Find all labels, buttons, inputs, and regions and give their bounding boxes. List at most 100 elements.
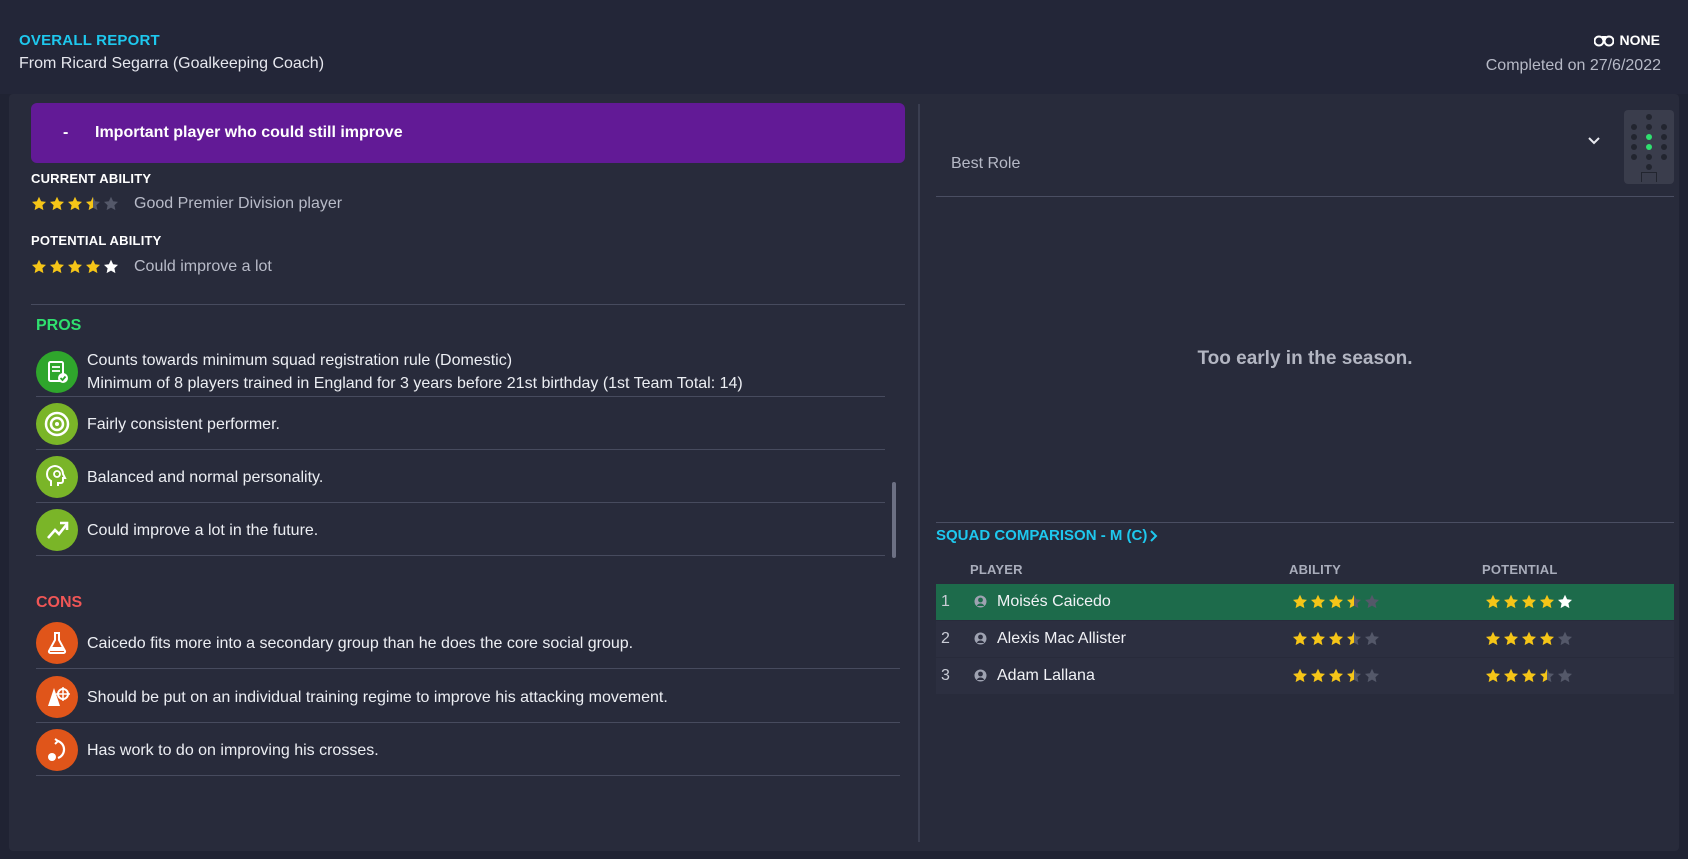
- row-rank: 2: [941, 630, 950, 647]
- pro-text: Could improve a lot in the future.: [87, 521, 319, 539]
- star-full-icon: [32, 259, 46, 274]
- ability-stars: [1292, 668, 1380, 684]
- report-author: From Ricard Segarra (Goalkeeping Coach): [19, 55, 325, 72]
- item-divider: [36, 668, 900, 669]
- star-full-icon: [1522, 594, 1536, 609]
- row-rank: 3: [941, 667, 950, 684]
- head-gear-icon: [36, 456, 78, 498]
- star-full-icon: [1311, 631, 1325, 646]
- page-title: OVERALL REPORT: [19, 32, 160, 49]
- player-avatar-icon: [974, 669, 987, 682]
- item-divider: [36, 722, 900, 723]
- scout-knowledge-label: NONE: [1619, 32, 1660, 48]
- document-check-icon: [36, 351, 78, 393]
- table-row[interactable]: 3 Adam Lallana: [936, 658, 1674, 694]
- best-role-label: Best Role: [951, 155, 1021, 172]
- pitch-position-diagram[interactable]: [1624, 110, 1674, 184]
- table-row[interactable]: 1 Moisés Caicedo: [936, 584, 1674, 620]
- column-header-ability[interactable]: ABILITY: [1289, 562, 1341, 577]
- star-full-icon: [1311, 594, 1325, 609]
- star-full-icon: [50, 259, 64, 274]
- row-rank: 1: [941, 593, 950, 610]
- table-row[interactable]: 2 Alexis Mac Allister: [936, 621, 1674, 657]
- star-full-icon: [1329, 668, 1343, 683]
- target-icon: [36, 403, 78, 445]
- pro-text-line: Counts towards minimum squad registratio…: [87, 352, 513, 369]
- star-full-icon: [1522, 631, 1536, 646]
- cons-title: CONS: [36, 594, 83, 611]
- con-text: Has work to do on improving his crosses.: [87, 741, 379, 759]
- star-full-icon: [32, 196, 46, 211]
- star-full-icon: [1558, 594, 1572, 609]
- current-ability-label: CURRENT ABILITY: [31, 171, 152, 186]
- potential-ability-stars: [31, 259, 119, 275]
- pitch-dot: [1631, 144, 1637, 150]
- star-full-icon: [1311, 668, 1325, 683]
- star-full-icon: [68, 259, 82, 274]
- report-screen: OVERALL REPORT From Ricard Segarra (Goal…: [0, 0, 1688, 859]
- cone-target-icon: [36, 676, 78, 718]
- star-full-icon: [1293, 631, 1307, 646]
- column-divider: [918, 104, 920, 842]
- verdict-banner: - Important player who could still impro…: [31, 103, 905, 163]
- role-divider: [936, 196, 1674, 197]
- star-half-icon: [1347, 594, 1361, 609]
- star-full-icon: [50, 196, 64, 211]
- pitch-dot: [1661, 154, 1667, 160]
- con-text: Should be put on an individual training …: [87, 688, 668, 706]
- pros-title: PROS: [36, 317, 82, 334]
- flask-icon: [36, 622, 78, 664]
- star-full-icon: [1504, 594, 1518, 609]
- pro-item: Fairly consistent performer.: [36, 403, 280, 445]
- ability-stars: [1292, 631, 1380, 647]
- pro-text: Balanced and normal personality.: [87, 468, 324, 486]
- item-divider: [36, 502, 885, 503]
- star-empty-icon: [1365, 631, 1379, 646]
- current-ability-row: Good Premier Division player: [31, 195, 342, 213]
- star-full-icon: [1522, 668, 1536, 683]
- potential-stars: [1485, 668, 1573, 684]
- player-avatar-icon: [974, 632, 987, 645]
- item-divider: [36, 449, 885, 450]
- pitch-dot: [1646, 124, 1652, 130]
- star-full-icon: [1293, 668, 1307, 683]
- ability-stars: [1292, 594, 1380, 610]
- star-full-icon: [1486, 594, 1500, 609]
- pitch-dot-active: [1646, 134, 1652, 140]
- player-name[interactable]: Alexis Mac Allister: [997, 630, 1126, 648]
- star-empty-icon: [104, 196, 118, 211]
- con-item: Has work to do on improving his crosses.: [36, 729, 379, 771]
- star-empty-icon: [1365, 668, 1379, 683]
- squad-divider: [936, 522, 1674, 523]
- pitch-dot-active: [1646, 144, 1652, 150]
- chevron-down-icon[interactable]: [1586, 133, 1602, 149]
- star-empty-icon: [1558, 668, 1572, 683]
- scout-knowledge[interactable]: NONE: [1593, 32, 1660, 48]
- pitch-dot: [1631, 134, 1637, 140]
- pitch-dot: [1631, 124, 1637, 130]
- pro-item: Could improve a lot in the future.: [36, 509, 318, 551]
- star-full-icon: [1486, 631, 1500, 646]
- star-half-icon: [86, 196, 100, 211]
- pitch-goal-box: [1641, 172, 1657, 182]
- report-header: OVERALL REPORT From Ricard Segarra (Goal…: [0, 0, 1688, 94]
- section-divider: [31, 304, 905, 305]
- pro-text: Fairly consistent performer.: [87, 415, 280, 433]
- pitch-dot: [1646, 114, 1652, 120]
- item-divider: [36, 555, 885, 556]
- player-avatar-icon: [974, 595, 987, 608]
- potential-ability-row: Could improve a lot: [31, 258, 272, 276]
- item-divider: [36, 775, 900, 776]
- star-full-icon: [1486, 668, 1500, 683]
- player-name[interactable]: Moisés Caicedo: [997, 593, 1111, 611]
- star-full-icon: [68, 196, 82, 211]
- star-full-icon: [1540, 594, 1554, 609]
- player-name[interactable]: Adam Lallana: [997, 667, 1095, 685]
- squad-comparison-link[interactable]: SQUAD COMPARISON - M (C): [936, 527, 1159, 544]
- column-header-player[interactable]: PLAYER: [970, 562, 1023, 577]
- star-full-icon: [104, 259, 118, 274]
- pros-scrollbar[interactable]: [892, 482, 896, 558]
- star-full-icon: [1540, 631, 1554, 646]
- column-header-potential[interactable]: POTENTIAL: [1482, 562, 1557, 577]
- star-full-icon: [1504, 668, 1518, 683]
